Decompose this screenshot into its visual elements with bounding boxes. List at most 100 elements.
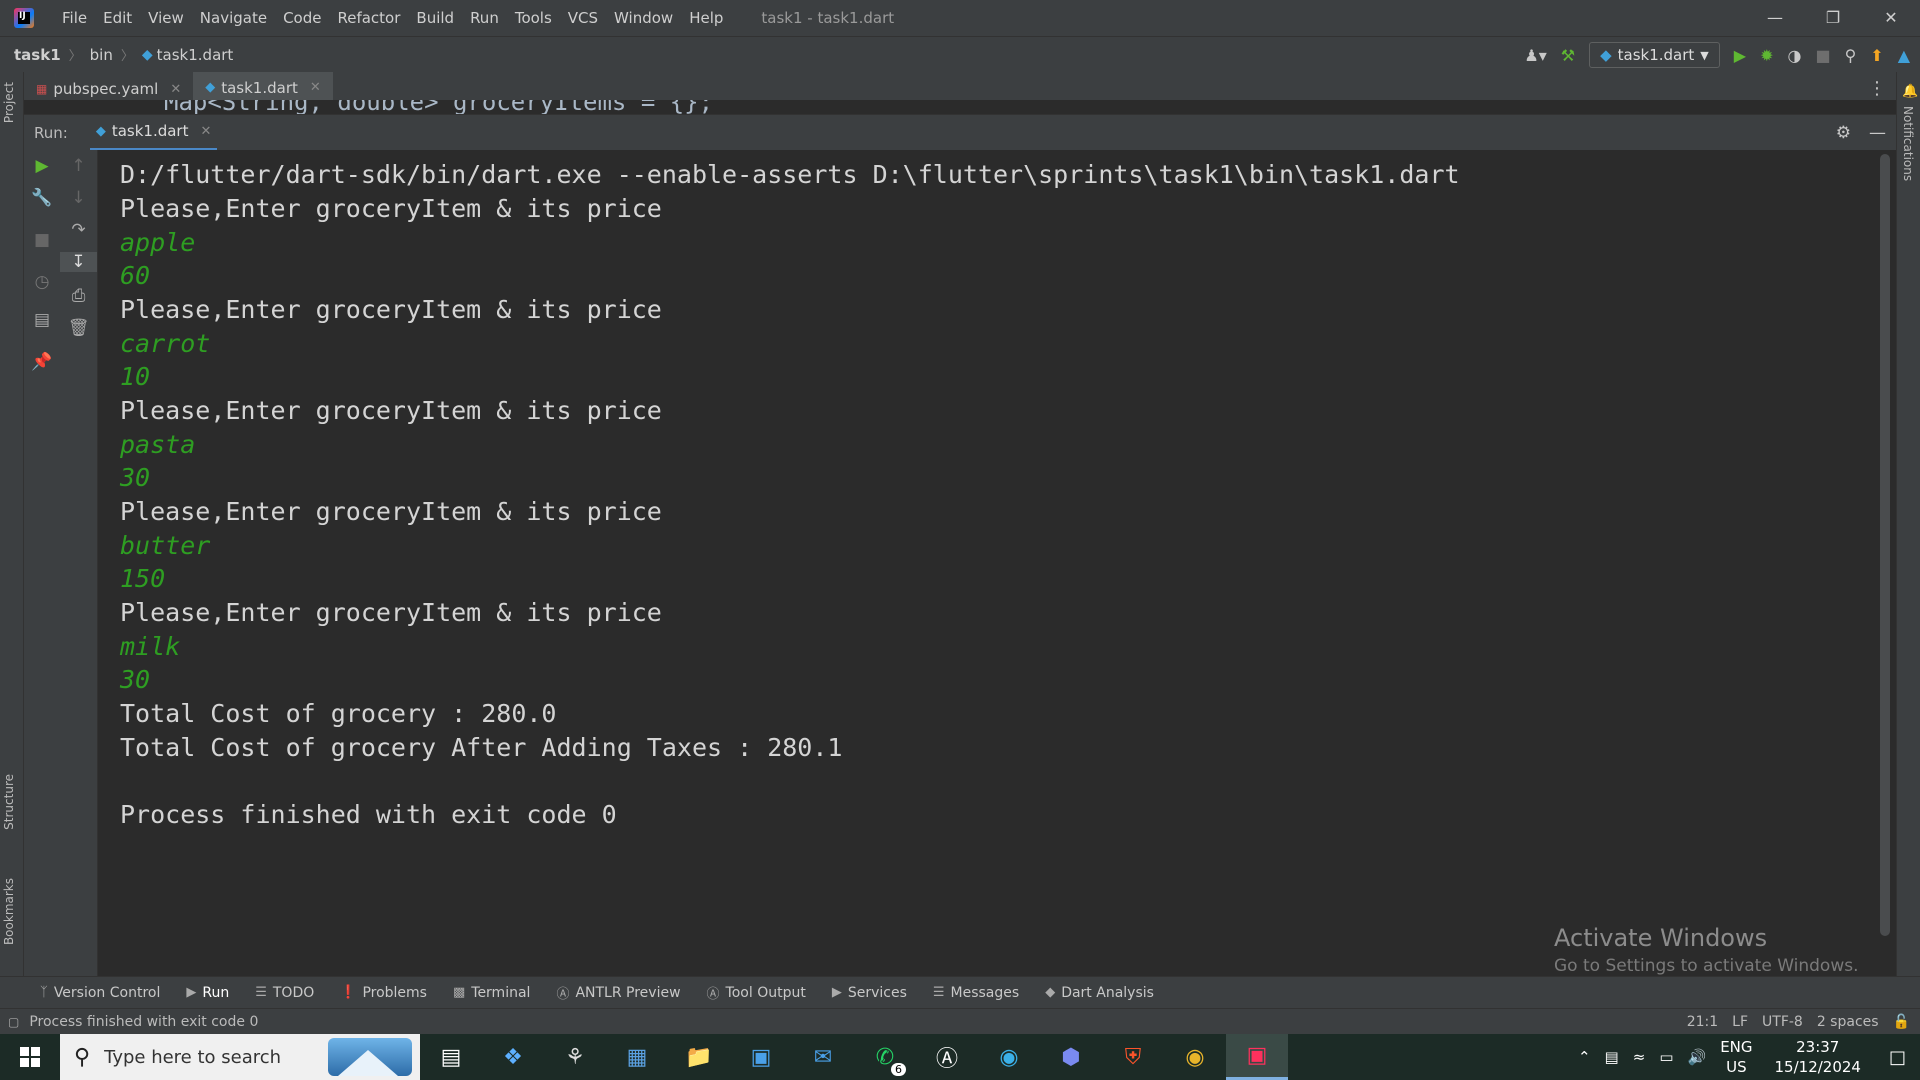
whatsapp-icon[interactable]: ✆ 6: [854, 1034, 916, 1080]
file-explorer-icon[interactable]: 📁: [668, 1034, 730, 1080]
flutter-logo-icon[interactable]: ▲: [1898, 46, 1910, 65]
soft-wrap-icon[interactable]: ↷: [60, 220, 97, 240]
volume-icon[interactable]: 🔊: [1688, 1048, 1707, 1066]
close-icon[interactable]: ✕: [1862, 0, 1920, 36]
chrome-browser-icon[interactable]: ◉: [1164, 1034, 1226, 1080]
menu-vcs[interactable]: VCS: [560, 0, 606, 36]
intellij-taskbar-icon[interactable]: ▣: [1226, 1034, 1288, 1080]
run-console[interactable]: D:/flutter/dart-sdk/bin/dart.exe --enabl…: [98, 150, 1876, 976]
debug-icon[interactable]: ✹: [1760, 46, 1773, 65]
print-icon[interactable]: ⎙: [60, 286, 97, 306]
app-store-icon[interactable]: Ⓐ: [916, 1034, 978, 1080]
edge-browser-icon[interactable]: ◉: [978, 1034, 1040, 1080]
tool-version-control[interactable]: ᛉ Version Control: [40, 985, 160, 1001]
window-layout-icon[interactable]: ▢: [8, 1015, 19, 1029]
tool-dart-analysis[interactable]: ◆ Dart Analysis: [1045, 985, 1154, 1001]
layout-icon[interactable]: ▤: [24, 310, 60, 330]
search-icon: ⚲: [74, 1044, 91, 1070]
paint-icon[interactable]: ⚘: [544, 1034, 606, 1080]
language-indicator[interactable]: ENG US: [1720, 1037, 1752, 1077]
close-icon[interactable]: ✕: [310, 80, 321, 95]
run-tab-task1[interactable]: ◆ task1.dart ✕: [89, 115, 218, 151]
notification-center-icon[interactable]: □: [1889, 1047, 1906, 1068]
user-icon[interactable]: ♟▾: [1524, 46, 1546, 65]
trash-icon[interactable]: 🗑: [60, 318, 97, 338]
console-scrollbar[interactable]: [1880, 154, 1890, 936]
menu-file[interactable]: File: [54, 0, 95, 36]
task-view-icon[interactable]: ▤: [420, 1034, 482, 1080]
wrench-icon[interactable]: 🔧: [24, 188, 60, 208]
meet-now-icon[interactable]: ▤: [1605, 1048, 1619, 1066]
copilot-icon[interactable]: ❖: [482, 1034, 544, 1080]
tool-services[interactable]: ▶ Services: [832, 985, 907, 1001]
tool-antlr-preview[interactable]: Ⓐ ANTLR Preview: [556, 983, 680, 1003]
update-icon[interactable]: ⬆: [1870, 46, 1883, 65]
search-icon[interactable]: ⚲: [1845, 46, 1857, 65]
tool-output[interactable]: Ⓐ Tool Output: [707, 983, 806, 1003]
indent-setting[interactable]: 2 spaces: [1817, 1014, 1879, 1030]
menu-edit[interactable]: Edit: [95, 0, 140, 36]
bell-icon[interactable]: 🔔: [1902, 84, 1918, 99]
tool-label: Messages: [950, 984, 1020, 1001]
project-tool-tab[interactable]: Project: [2, 82, 16, 123]
run-icon[interactable]: ▶: [1734, 46, 1746, 65]
stop-icon[interactable]: ■: [1815, 46, 1830, 65]
scroll-to-end-icon[interactable]: ↧: [60, 252, 97, 272]
minimize-icon[interactable]: —: [1746, 0, 1804, 36]
windows-start-icon[interactable]: [0, 1034, 60, 1080]
coverage-icon[interactable]: ◑: [1787, 46, 1801, 65]
menu-view[interactable]: View: [140, 0, 192, 36]
caret-position[interactable]: 21:1: [1687, 1014, 1718, 1030]
yaml-file-icon: ▦: [36, 82, 48, 96]
file-encoding[interactable]: UTF-8: [1762, 1014, 1803, 1030]
breadcrumb-folder[interactable]: bin: [90, 46, 113, 64]
copilot-app-icon[interactable]: ⬢: [1040, 1034, 1102, 1080]
gear-icon[interactable]: ⚙: [1836, 123, 1851, 143]
taskbar-search-box[interactable]: ⚲ Type here to search: [60, 1034, 420, 1080]
right-tool-stripe: 🔔 Notifications: [1896, 72, 1920, 976]
microsoft-store-icon[interactable]: ▦: [606, 1034, 668, 1080]
clock[interactable]: 23:37 15/12/2024: [1775, 1037, 1861, 1077]
mail-icon[interactable]: ✉: [792, 1034, 854, 1080]
tool-problems[interactable]: ❗ Problems: [340, 985, 427, 1001]
stop-icon[interactable]: ■: [24, 230, 60, 250]
menu-window[interactable]: Window: [606, 0, 681, 36]
menu-refactor[interactable]: Refactor: [329, 0, 408, 36]
menu-navigate[interactable]: Navigate: [192, 0, 275, 36]
chevron-right-icon: 〉: [120, 49, 134, 64]
lock-icon[interactable]: 🔓: [1893, 1014, 1910, 1030]
menu-code[interactable]: Code: [275, 0, 329, 36]
breadcrumb-file[interactable]: task1.dart: [157, 46, 234, 64]
history-icon[interactable]: ◷: [24, 272, 60, 292]
rerun-icon[interactable]: ▶: [24, 156, 60, 176]
bookmarks-tool-tab[interactable]: Bookmarks: [2, 878, 16, 945]
more-options-icon[interactable]: ⋮: [1868, 78, 1886, 99]
console-line: Please,Enter groceryItem & its price: [120, 598, 662, 627]
pin-icon[interactable]: 📌: [24, 352, 60, 372]
line-separator[interactable]: LF: [1732, 1014, 1748, 1030]
hide-panel-icon[interactable]: —: [1869, 123, 1886, 143]
run-configuration-select[interactable]: ◆ task1.dart ▼: [1589, 42, 1720, 68]
battery-icon[interactable]: ▭: [1659, 1048, 1673, 1066]
build-hammer-icon[interactable]: ⚒: [1561, 46, 1575, 65]
menu-tools[interactable]: Tools: [507, 0, 560, 36]
breadcrumb-project[interactable]: task1: [14, 46, 61, 64]
tool-todo[interactable]: ☰ TODO: [255, 985, 314, 1001]
chevron-up-icon[interactable]: ⌃: [1578, 1048, 1591, 1066]
tool-run[interactable]: ▶ Run: [186, 985, 229, 1001]
arrow-up-icon[interactable]: ↑: [60, 156, 97, 176]
brave-browser-icon[interactable]: ⛨: [1102, 1034, 1164, 1080]
close-icon[interactable]: ✕: [200, 124, 211, 139]
wifi-icon[interactable]: ≈: [1633, 1048, 1646, 1066]
restore-icon[interactable]: ❐: [1804, 0, 1862, 36]
tool-terminal[interactable]: ▩ Terminal: [453, 985, 530, 1001]
close-icon[interactable]: ✕: [170, 82, 181, 97]
menu-build[interactable]: Build: [408, 0, 462, 36]
tool-messages[interactable]: ☰ Messages: [933, 985, 1019, 1001]
menu-help[interactable]: Help: [681, 0, 731, 36]
menu-run[interactable]: Run: [462, 0, 507, 36]
photos-icon[interactable]: ▣: [730, 1034, 792, 1080]
notifications-tool-tab[interactable]: Notifications: [1901, 106, 1915, 181]
arrow-down-icon[interactable]: ↓: [60, 188, 97, 208]
structure-tool-tab[interactable]: Structure: [2, 774, 16, 830]
